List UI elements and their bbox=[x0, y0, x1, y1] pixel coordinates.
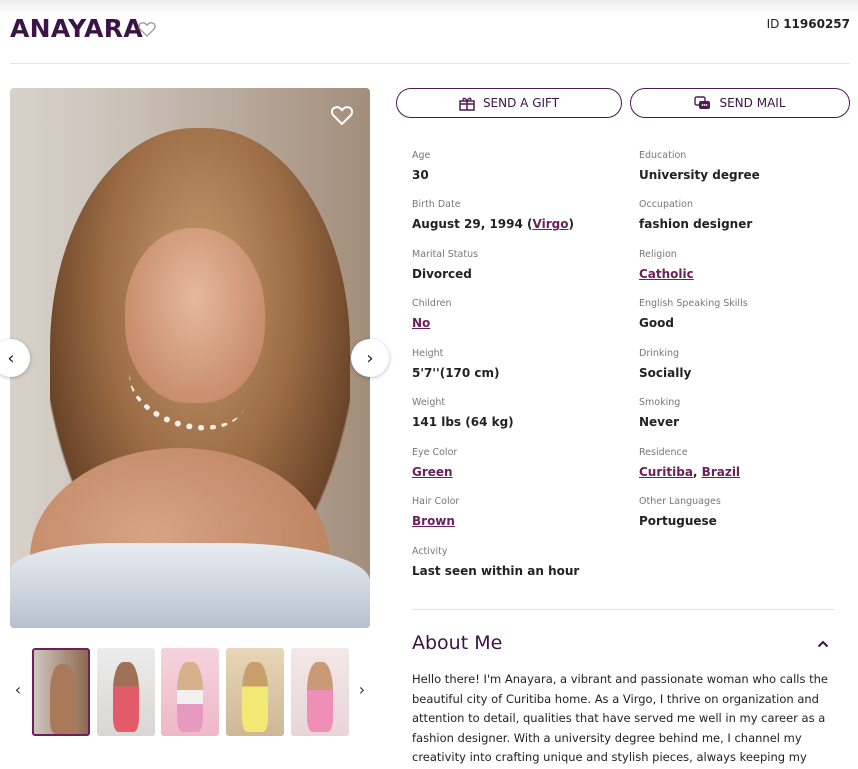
field-value: 141 lbs (64 kg) bbox=[412, 415, 514, 429]
field-value: fashion designer bbox=[639, 217, 753, 231]
about-divider bbox=[412, 609, 834, 610]
thumbnail-figure bbox=[113, 662, 139, 732]
field-label: Occupation bbox=[639, 199, 693, 210]
birth-date-close: ) bbox=[568, 217, 574, 231]
send-mail-button[interactable]: SEND MAIL bbox=[630, 88, 850, 118]
thumbnail-2[interactable] bbox=[97, 648, 155, 736]
field-value: August 29, 1994 (Virgo) bbox=[412, 217, 622, 231]
thumbs-prev-button[interactable]: ‹ bbox=[10, 680, 26, 699]
chevron-left-icon: ‹ bbox=[7, 347, 15, 369]
children-link[interactable]: No bbox=[412, 316, 430, 330]
favorite-heart-icon[interactable] bbox=[137, 19, 157, 39]
field-label: Smoking bbox=[639, 397, 681, 408]
profile-id-value: 11960257 bbox=[783, 17, 850, 31]
profile-header: ANAYARA ID 11960257 bbox=[10, 14, 850, 50]
thumbnail-4[interactable] bbox=[226, 648, 284, 736]
religion-link[interactable]: Catholic bbox=[639, 267, 694, 281]
field-education: Education University degree bbox=[639, 150, 849, 182]
about-collapse-button[interactable] bbox=[817, 636, 829, 652]
thumbnail-3[interactable] bbox=[161, 648, 219, 736]
field-label: English Speaking Skills bbox=[639, 298, 748, 309]
residence-country-link[interactable]: Brazil bbox=[702, 465, 740, 479]
field-value: 30 bbox=[412, 168, 429, 182]
photo-next-button[interactable]: › bbox=[351, 339, 389, 377]
chat-mail-icon bbox=[694, 95, 711, 109]
profile-id-label: ID bbox=[766, 17, 780, 31]
about-text: Hello there! I'm Anayara, a vibrant and … bbox=[412, 672, 829, 765]
field-value: Good bbox=[639, 316, 674, 330]
field-residence: Residence Curitiba, Brazil bbox=[639, 447, 849, 479]
field-value: Socially bbox=[639, 366, 692, 380]
field-value: Portuguese bbox=[639, 514, 717, 528]
send-gift-label: SEND A GIFT bbox=[482, 96, 560, 110]
field-label: Drinking bbox=[639, 348, 680, 359]
field-other-languages: Other Languages Portuguese bbox=[639, 496, 849, 528]
field-label: Birth Date bbox=[412, 199, 461, 210]
field-birth-date: Birth Date August 29, 1994 (Virgo) bbox=[412, 199, 622, 231]
thumbnail-figure bbox=[50, 664, 76, 734]
field-value: Divorced bbox=[412, 267, 472, 281]
field-age: Age 30 bbox=[412, 150, 622, 182]
photo-favorite-heart-icon[interactable] bbox=[330, 104, 354, 126]
thumbnail-figure bbox=[307, 662, 333, 732]
field-height: Height 5'7''(170 cm) bbox=[412, 348, 622, 380]
chevron-right-icon: › bbox=[366, 347, 374, 369]
profile-name: ANAYARA bbox=[10, 14, 143, 43]
field-smoking: Smoking Never bbox=[639, 397, 849, 429]
field-children: Children No bbox=[412, 298, 622, 330]
field-label: Activity bbox=[412, 546, 448, 557]
field-drinking: Drinking Socially bbox=[639, 348, 849, 380]
birth-date-text: August 29, 1994 ( bbox=[412, 217, 533, 231]
field-label: Marital Status bbox=[412, 249, 479, 260]
field-value: Last seen within an hour bbox=[412, 564, 580, 578]
thumbnail-figure bbox=[177, 662, 203, 732]
field-activity: Activity Last seen within an hour bbox=[412, 546, 622, 578]
zodiac-link[interactable]: Virgo bbox=[533, 217, 569, 231]
thumbnail-strip: ‹ › bbox=[10, 648, 370, 736]
field-label: Hair Color bbox=[412, 496, 460, 507]
thumbnail-5[interactable] bbox=[291, 648, 349, 736]
field-value: 5'7''(170 cm) bbox=[412, 366, 500, 380]
field-occupation: Occupation fashion designer bbox=[639, 199, 849, 231]
send-mail-label: SEND MAIL bbox=[719, 96, 786, 110]
residence-separator: , bbox=[692, 465, 702, 479]
field-label: Weight bbox=[412, 397, 446, 408]
eye-color-link[interactable]: Green bbox=[412, 465, 453, 479]
thumbs-next-button[interactable]: › bbox=[354, 680, 370, 699]
field-label: Eye Color bbox=[412, 447, 458, 458]
field-religion: Religion Catholic bbox=[639, 249, 849, 281]
chevron-up-icon bbox=[817, 640, 829, 648]
field-label: Residence bbox=[639, 447, 688, 458]
header-divider bbox=[10, 63, 850, 64]
top-shadow bbox=[0, 0, 858, 14]
thumbnail-1[interactable] bbox=[32, 648, 90, 736]
field-value: University degree bbox=[639, 168, 760, 182]
main-photo[interactable] bbox=[10, 88, 370, 628]
field-marital-status: Marital Status Divorced bbox=[412, 249, 622, 281]
residence-city-link[interactable]: Curitiba bbox=[639, 465, 693, 479]
field-value: Never bbox=[639, 415, 680, 429]
gift-icon bbox=[459, 97, 475, 111]
field-label: Religion bbox=[639, 249, 677, 260]
photo-dress bbox=[10, 543, 370, 628]
field-label: Other Languages bbox=[639, 496, 721, 507]
field-label: Education bbox=[639, 150, 687, 161]
field-english-skills: English Speaking Skills Good bbox=[639, 298, 849, 330]
field-label: Height bbox=[412, 348, 444, 359]
hair-color-link[interactable]: Brown bbox=[412, 514, 455, 528]
thumbnail-figure bbox=[242, 662, 268, 732]
field-label: Age bbox=[412, 150, 431, 161]
profile-id: ID 11960257 bbox=[767, 17, 850, 31]
field-weight: Weight 141 lbs (64 kg) bbox=[412, 397, 622, 429]
about-title: About Me bbox=[412, 632, 503, 654]
send-gift-button[interactable]: SEND A GIFT bbox=[396, 88, 622, 118]
field-label: Children bbox=[412, 298, 452, 309]
field-hair-color: Hair Color Brown bbox=[412, 496, 622, 528]
field-eye-color: Eye Color Green bbox=[412, 447, 622, 479]
